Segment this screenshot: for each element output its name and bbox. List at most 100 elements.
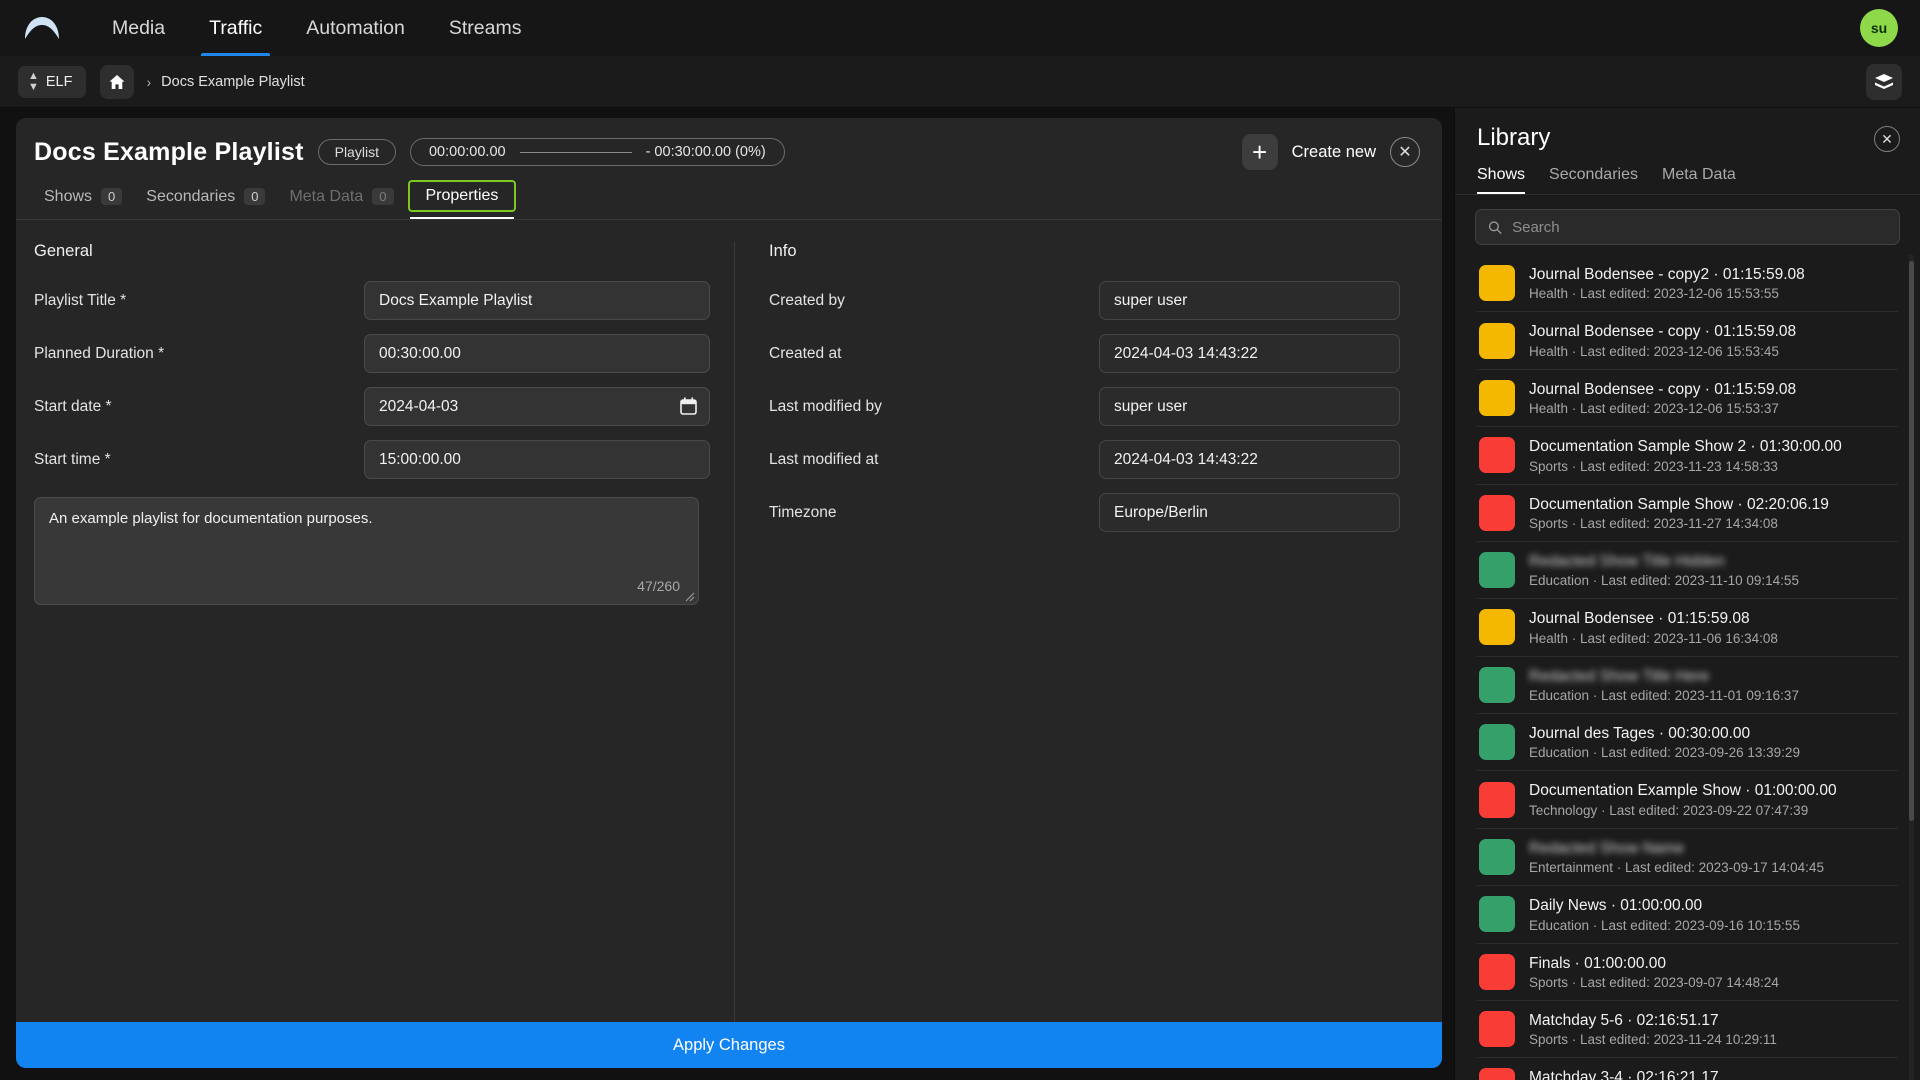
show-color-swatch bbox=[1479, 552, 1515, 588]
last-modified-at-value: 2024-04-03 14:43:22 bbox=[1099, 440, 1400, 479]
list-item-subtitle: Education · Last edited: 2023-11-01 09:1… bbox=[1529, 688, 1799, 703]
plus-icon[interactable]: + bbox=[1242, 134, 1278, 170]
library-tab-secondaries[interactable]: Secondaries bbox=[1549, 166, 1638, 194]
library-search-wrap bbox=[1455, 195, 1920, 255]
show-color-swatch bbox=[1479, 896, 1515, 932]
list-item[interactable]: Documentation Example Show · 01:00:00.00… bbox=[1477, 771, 1898, 828]
library-tab-shows[interactable]: Shows bbox=[1477, 166, 1525, 194]
list-item-title: Documentation Sample Show · 02:20:06.19 bbox=[1529, 495, 1829, 514]
show-color-swatch bbox=[1479, 265, 1515, 301]
field-last-modified-at: Last modified at 2024-04-03 14:43:22 bbox=[769, 440, 1400, 479]
page-title: Docs Example Playlist bbox=[34, 138, 304, 167]
main-nav-items: Media Traffic Automation Streams bbox=[90, 0, 543, 56]
channel-selector[interactable]: ▲▼ ELF bbox=[18, 66, 86, 98]
list-item-subtitle: Entertainment · Last edited: 2023-09-17 … bbox=[1529, 860, 1824, 875]
list-item-text: Journal Bodensee - copy · 01:15:59.08Hea… bbox=[1529, 322, 1796, 358]
general-section-title: General bbox=[34, 242, 710, 261]
library-items-list[interactable]: Journal Bodensee - copy2 · 01:15:59.08 He… bbox=[1455, 255, 1920, 1080]
list-item-subtitle: Health · Last edited: 2023-12-06 15:53:4… bbox=[1529, 344, 1796, 359]
list-item[interactable]: Journal des Tages · 00:30:00.00Education… bbox=[1477, 714, 1898, 771]
show-color-swatch bbox=[1479, 839, 1515, 875]
show-color-swatch bbox=[1479, 954, 1515, 990]
show-color-swatch bbox=[1479, 1068, 1515, 1080]
field-label: Start time * bbox=[34, 451, 364, 469]
library-panel: Library ✕ Shows Secondaries Meta Data Jo… bbox=[1454, 108, 1920, 1080]
create-new-button[interactable]: Create new bbox=[1292, 143, 1376, 162]
list-item[interactable]: Matchday 3-4 · 02:16:21.17Sports · Last … bbox=[1477, 1058, 1898, 1080]
search-input[interactable] bbox=[1512, 219, 1887, 236]
list-item[interactable]: Redacted Show Title HiddenEducation · La… bbox=[1477, 542, 1898, 599]
list-item-subtitle: Technology · Last edited: 2023-09-22 07:… bbox=[1529, 803, 1837, 818]
list-item[interactable]: Redacted Show Title HereEducation · Last… bbox=[1477, 657, 1898, 714]
library-close-icon[interactable]: ✕ bbox=[1874, 126, 1900, 152]
apply-changes-button[interactable]: Apply Changes bbox=[16, 1022, 1442, 1068]
timezone-value: Europe/Berlin bbox=[1099, 493, 1400, 532]
library-tab-meta-data[interactable]: Meta Data bbox=[1662, 166, 1736, 194]
editor-tabs: Shows 0 Secondaries 0 Meta Data 0 Proper… bbox=[16, 170, 1442, 220]
nav-item-streams[interactable]: Streams bbox=[427, 0, 544, 56]
search-icon bbox=[1488, 220, 1502, 235]
list-item-subtitle: Sports · Last edited: 2023-11-23 14:58:3… bbox=[1529, 459, 1842, 474]
list-item-text: Matchday 3-4 · 02:16:21.17Sports · Last … bbox=[1529, 1068, 1779, 1080]
app-logo-icon[interactable] bbox=[22, 8, 62, 48]
list-item[interactable]: Journal Bodensee - copy2 · 01:15:59.08He… bbox=[1477, 255, 1898, 312]
tab-count: 0 bbox=[244, 188, 265, 205]
list-item-text: Journal Bodensee - copy2 · 01:15:59.08He… bbox=[1529, 265, 1805, 301]
list-item[interactable]: Daily News · 01:00:00.00Education · Last… bbox=[1477, 886, 1898, 943]
list-item-title: Redacted Show Title Hidden bbox=[1529, 552, 1725, 571]
top-navigation-bar: Media Traffic Automation Streams su bbox=[0, 0, 1920, 56]
created-by-value: super user bbox=[1099, 281, 1400, 320]
info-section-title: Info bbox=[769, 242, 1400, 261]
home-button[interactable] bbox=[100, 65, 134, 99]
list-item-title: Finals · 01:00:00.00 bbox=[1529, 954, 1779, 973]
nav-item-media[interactable]: Media bbox=[90, 0, 187, 56]
list-item[interactable]: Documentation Sample Show 2 · 01:30:00.0… bbox=[1477, 427, 1898, 484]
list-item-subtitle: Sports · Last edited: 2023-11-24 10:29:1… bbox=[1529, 1032, 1777, 1047]
list-item[interactable]: Matchday 5-6 · 02:16:51.17 Sports · Last … bbox=[1477, 1001, 1898, 1058]
field-label: Start date * bbox=[34, 398, 364, 416]
list-item-title: Matchday 5-6 · 02:16:51.17 bbox=[1529, 1011, 1777, 1030]
chevron-updown-icon: ▲▼ bbox=[28, 71, 38, 93]
show-color-swatch bbox=[1479, 609, 1515, 645]
timeline-range: 00:00:00.00 - 00:30:00.00 (0%) bbox=[410, 138, 785, 166]
list-item[interactable]: Finals · 01:00:00.00Sports · Last edited… bbox=[1477, 944, 1898, 1001]
field-last-modified-by: Last modified by super user bbox=[769, 387, 1400, 426]
editor-card: Docs Example Playlist Playlist 00:00:00.… bbox=[16, 118, 1442, 1068]
library-scrollbar-thumb[interactable] bbox=[1909, 261, 1914, 821]
show-color-swatch bbox=[1479, 782, 1515, 818]
tab-shows[interactable]: Shows 0 bbox=[34, 182, 132, 218]
start-date-input[interactable]: 2024-04-03 bbox=[364, 387, 710, 426]
tab-properties[interactable]: Properties bbox=[408, 180, 517, 212]
list-item-text: Redacted Show Title HereEducation · Last… bbox=[1529, 667, 1799, 703]
list-item[interactable]: Journal Bodensee - copy · 01:15:59.08Hea… bbox=[1477, 370, 1898, 427]
list-item-text: Documentation Sample Show 2 · 01:30:00.0… bbox=[1529, 437, 1842, 473]
library-search-box[interactable] bbox=[1475, 209, 1900, 245]
playlist-title-input[interactable]: Docs Example Playlist bbox=[364, 281, 710, 320]
timeline-end: - 00:30:00.00 (0%) bbox=[646, 144, 766, 160]
list-item-text: Documentation Example Show · 01:00:00.00… bbox=[1529, 781, 1837, 817]
resize-grip-icon[interactable] bbox=[683, 589, 695, 601]
nav-item-traffic[interactable]: Traffic bbox=[187, 0, 284, 56]
calendar-icon[interactable] bbox=[680, 397, 697, 420]
info-section: Info Created by super user Created at 20… bbox=[734, 242, 1424, 1022]
field-label: Created at bbox=[769, 345, 1099, 363]
list-item-text: Documentation Sample Show · 02:20:06.19S… bbox=[1529, 495, 1829, 531]
field-planned-duration: Planned Duration * 00:30:00.00 bbox=[34, 334, 710, 373]
list-item-subtitle: Education · Last edited: 2023-09-26 13:3… bbox=[1529, 745, 1800, 760]
avatar[interactable]: su bbox=[1860, 9, 1898, 47]
tab-label: Properties bbox=[426, 187, 499, 205]
show-color-swatch bbox=[1479, 724, 1515, 760]
notes-textarea[interactable]: An example playlist for documentation pu… bbox=[34, 497, 699, 605]
nav-item-automation[interactable]: Automation bbox=[284, 0, 427, 56]
list-item[interactable]: Documentation Sample Show · 02:20:06.19S… bbox=[1477, 485, 1898, 542]
list-item-title: Journal Bodensee - copy2 · 01:15:59.08 bbox=[1529, 265, 1805, 284]
close-icon[interactable]: ✕ bbox=[1390, 137, 1420, 167]
planned-duration-input[interactable]: 00:30:00.00 bbox=[364, 334, 710, 373]
list-item[interactable]: Journal Bodensee · 01:15:59.08Health · L… bbox=[1477, 599, 1898, 656]
tab-secondaries[interactable]: Secondaries 0 bbox=[136, 182, 275, 218]
start-time-input[interactable]: 15:00:00.00 bbox=[364, 440, 710, 479]
library-toggle-button[interactable] bbox=[1866, 64, 1902, 100]
tab-meta-data[interactable]: Meta Data 0 bbox=[279, 182, 403, 218]
list-item[interactable]: Redacted Show NameEntertainment · Last e… bbox=[1477, 829, 1898, 886]
list-item[interactable]: Journal Bodensee - copy · 01:15:59.08Hea… bbox=[1477, 312, 1898, 369]
